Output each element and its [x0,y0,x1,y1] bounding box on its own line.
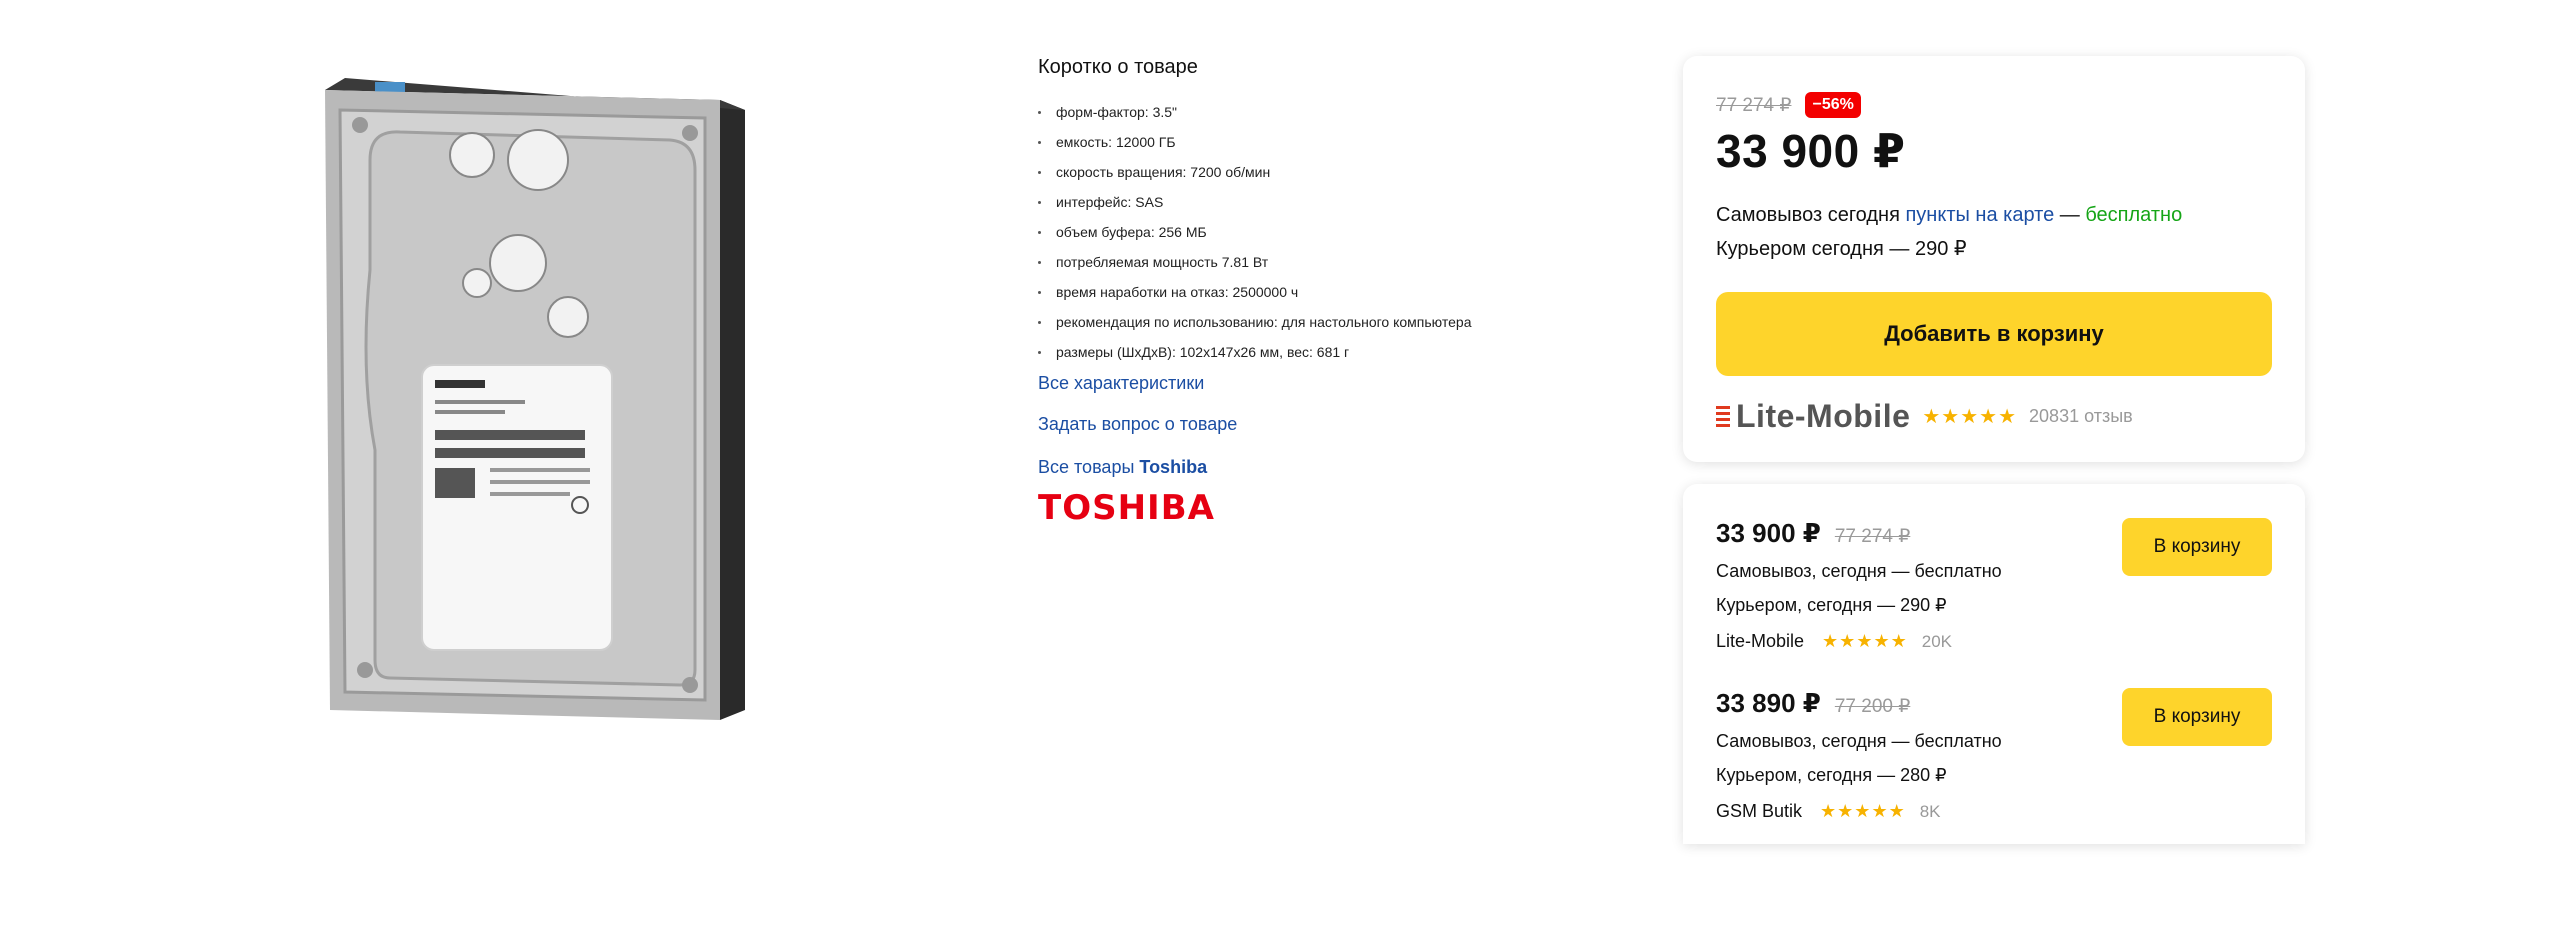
ask-question-link[interactable]: Задать вопрос о товаре [1038,414,1598,435]
offer-add-to-cart-button[interactable]: В корзину [2122,518,2272,576]
offer-review-count: 20K [1921,631,1952,651]
spec-item: потребляемая мощность 7.81 Вт [1038,247,1598,277]
seller-name: Lite-Mobile [1736,398,1911,434]
spec-item: форм-фактор: 3.5" [1038,97,1598,127]
other-offers: 33 900 ₽ 77 274 ₽ Самовывоз, сегодня — б… [1683,484,2305,844]
offer-card: 33 900 ₽ 77 274 ₽ Самовывоз, сегодня — б… [1716,518,2272,652]
spec-list: форм-фактор: 3.5" емкость: 12000 ГБ скор… [1038,97,1598,367]
offer-seller[interactable]: GSM Butik [1716,801,1802,822]
discount-badge: −56% [1805,92,1861,118]
old-price: 77 274 ₽ [1716,94,1792,116]
all-specs-link[interactable]: Все характеристики [1038,373,1598,394]
brand-logo[interactable]: TOSHIBA [1038,488,1598,528]
offer-courier: Курьером, сегодня — 280 ₽ [1716,765,1947,785]
product-image[interactable] [300,70,760,740]
summary-heading: Коротко о товаре [1038,56,1198,78]
offer-add-to-cart-button[interactable]: В корзину [2122,688,2272,746]
offer-review-count: 8K [1919,801,1941,821]
spec-item: объем буфера: 256 МБ [1038,217,1598,247]
offer-card: 33 890 ₽ 77 200 ₽ Самовывоз, сегодня — б… [1716,688,2272,822]
reviews-link[interactable]: 20831 отзыв [2029,406,2133,427]
offer-rating-stars: ★★★★★ [1822,631,1908,651]
pickup-info: Самовывоз сегодня пункты на карте — бесп… [1716,198,2272,232]
spec-item: время наработки на отказ: 2500000 ч [1038,277,1598,307]
brand-products-link[interactable]: Все товары Toshiba [1038,457,1598,478]
spec-item: интерфейс: SAS [1038,187,1598,217]
pickup-prefix: Самовывоз сегодня [1716,204,1900,226]
offer-old-price: 77 200 ₽ [1834,696,1911,717]
spec-item: скорость вращения: 7200 об/мин [1038,157,1598,187]
offer-price: 33 900 ₽ [1716,518,1821,548]
pickup-dash: — [2059,204,2080,226]
buy-box: 77 274 ₽ −56% 33 900 ₽ Самовывоз сегодня… [1683,56,2305,462]
pickup-points-link[interactable]: пункты на карте [1905,204,2054,226]
offer-rating-stars: ★★★★★ [1820,801,1906,821]
offer-old-price: 77 274 ₽ [1834,526,1911,547]
brand-link-prefix: Все товары [1038,457,1135,477]
spec-item: размеры (ШхДхВ): 102x147x26 мм, вес: 681… [1038,337,1598,367]
spec-item: емкость: 12000 ГБ [1038,127,1598,157]
seller-logo[interactable]: Lite-Mobile [1716,398,1910,435]
offer-price: 33 890 ₽ [1716,688,1821,718]
offer-courier: Курьером, сегодня — 290 ₽ [1716,595,1947,615]
brand-link-name: Toshiba [1139,457,1208,477]
add-to-cart-button[interactable]: Добавить в корзину [1716,292,2272,376]
spec-item: рекомендация по использованию: для насто… [1038,307,1598,337]
seller-logo-icon [1716,406,1730,427]
pickup-free: бесплатно [2085,204,2183,226]
offer-seller[interactable]: Lite-Mobile [1716,631,1804,652]
product-summary: Коротко о товаре форм-фактор: 3.5" емкос… [1038,52,1598,528]
rating-stars: ★★★★★ [1922,406,2018,428]
courier-info: Курьером сегодня — 290 ₽ [1716,238,1967,260]
current-price: 33 900 ₽ [1716,125,1906,177]
